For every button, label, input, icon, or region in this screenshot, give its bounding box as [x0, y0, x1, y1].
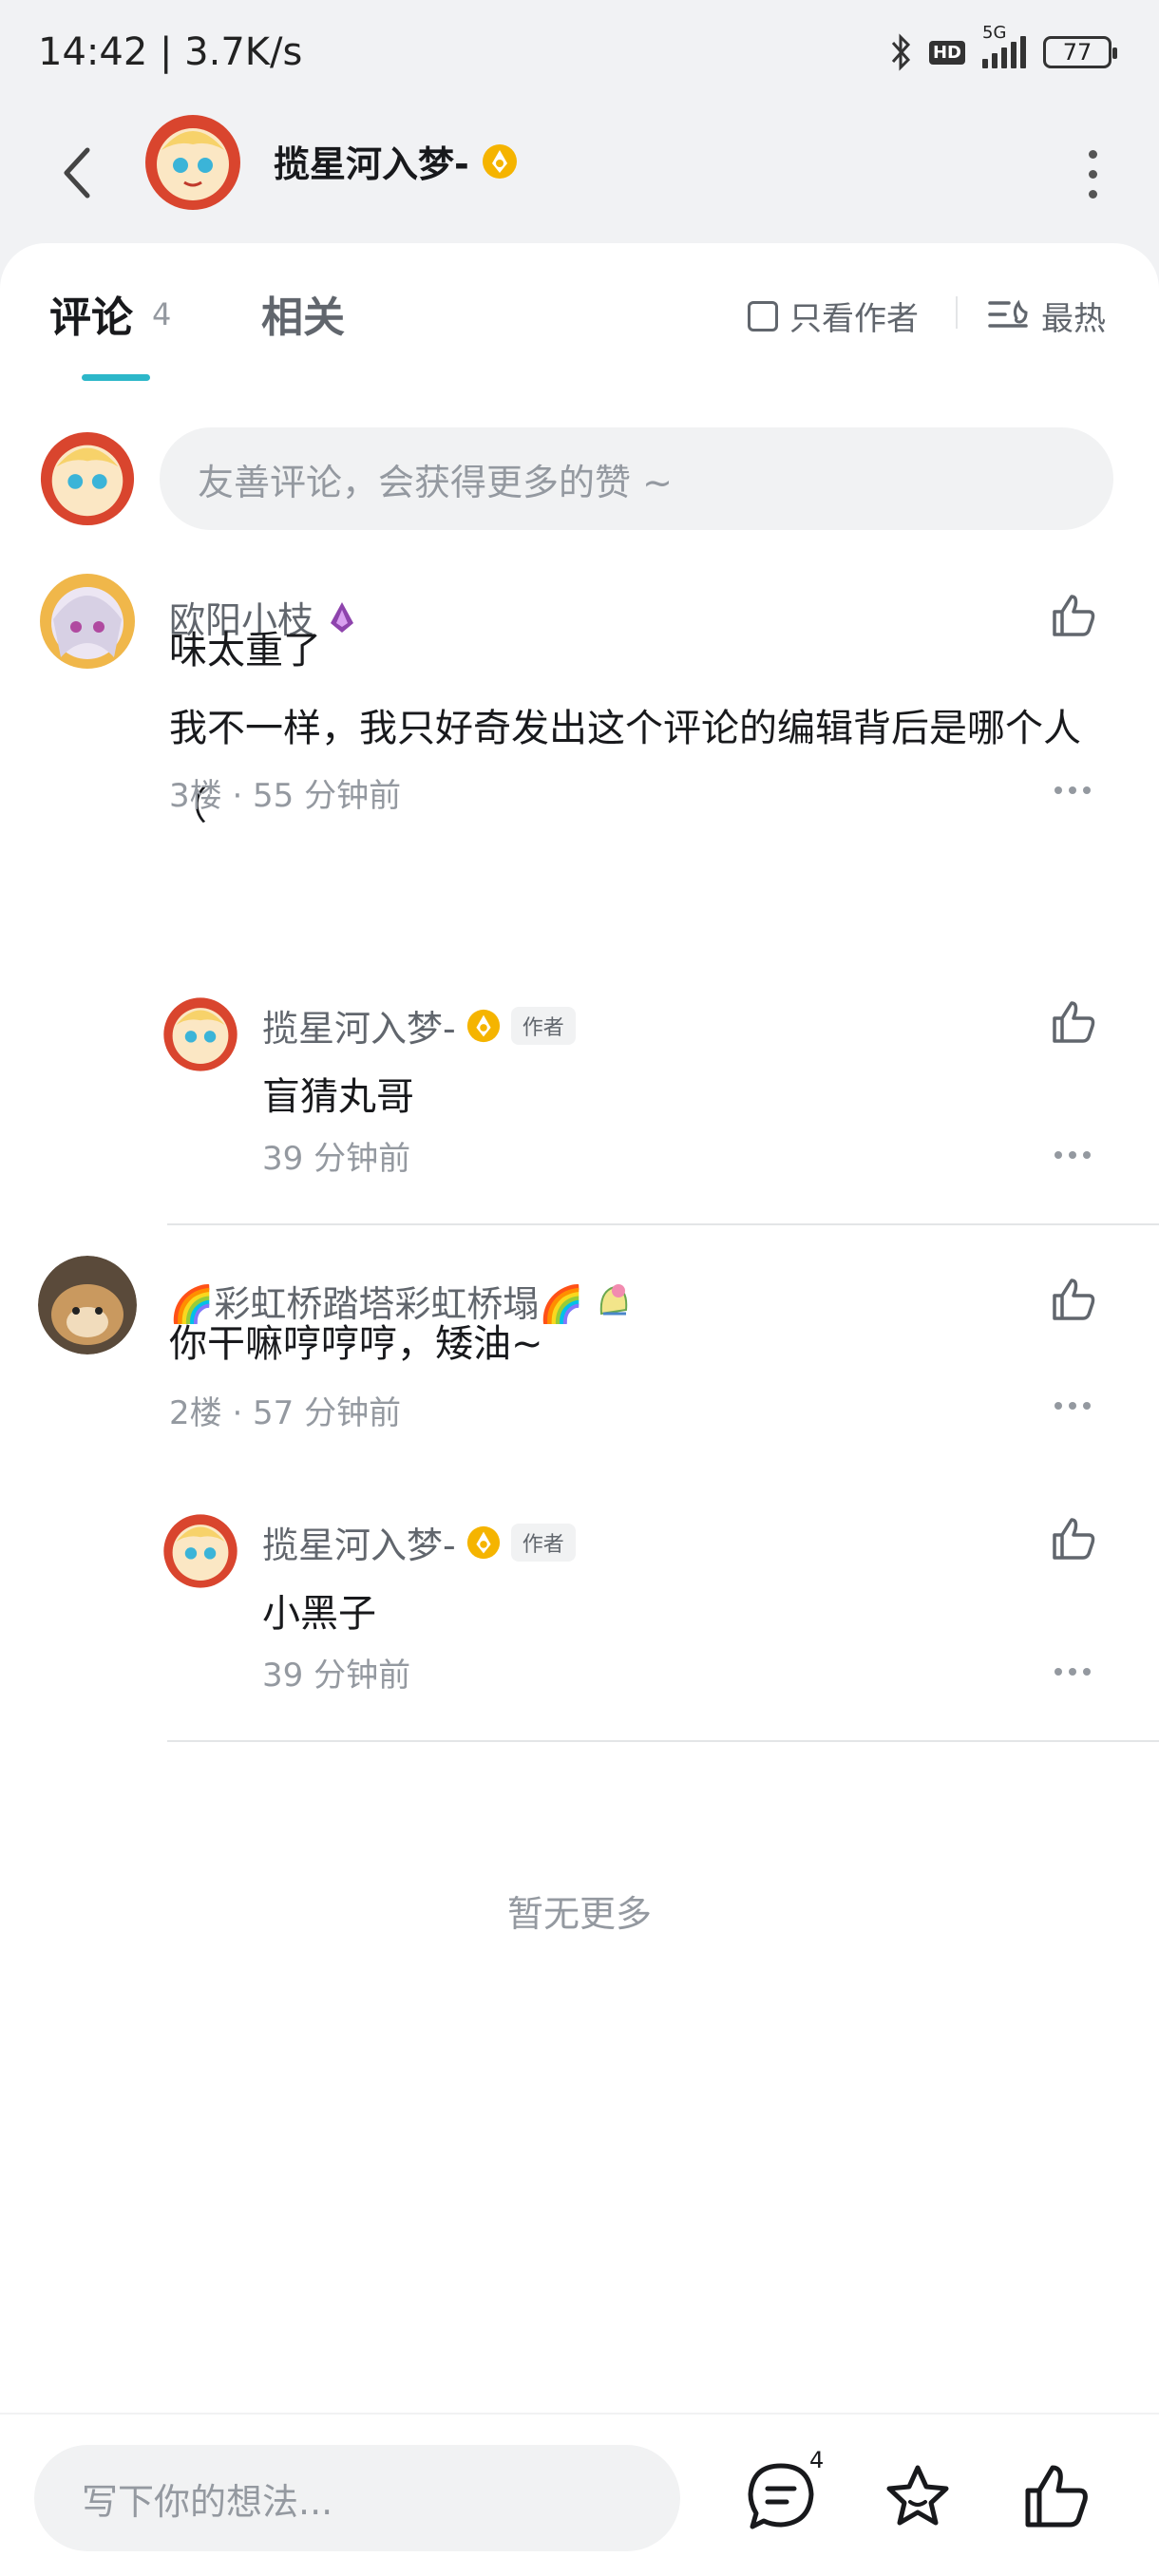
more-dots-icon[interactable]: [1054, 1151, 1091, 1159]
top-header: 揽星河入梦-: [0, 104, 1159, 247]
tab-comments[interactable]: 评论: [49, 283, 133, 344]
reply-text: 小黑子: [262, 1592, 376, 1636]
level-icon: [466, 1009, 500, 1042]
favorite-star-icon[interactable]: [882, 2460, 954, 2532]
reply-avatar[interactable]: [162, 1512, 239, 1590]
comment-divider: [167, 1223, 1159, 1225]
reply-user-name[interactable]: 揽星河入梦- 作者: [262, 999, 576, 1051]
more-dots-icon[interactable]: [1054, 786, 1091, 794]
like-icon[interactable]: [1049, 1514, 1098, 1563]
sort-icon: [988, 299, 1028, 328]
status-bar: 14:42 | 3.7K/s HD 5G 77: [0, 0, 1159, 104]
bluetooth-icon: [891, 33, 911, 71]
author-avatar[interactable]: [142, 112, 243, 213]
comment-input[interactable]: 友善评论，会获得更多的赞 ~: [160, 427, 1113, 530]
only-author-checkbox[interactable]: [748, 300, 778, 331]
author-badge: 作者: [510, 1006, 576, 1045]
tab-related[interactable]: 相关: [261, 283, 345, 344]
reply-avatar[interactable]: [162, 995, 239, 1073]
reply-meta: 39 分钟前: [262, 1657, 411, 1695]
sort-button[interactable]: 最热: [988, 293, 1106, 339]
comment-meta: 3楼 · 55 分钟前: [169, 777, 402, 815]
like-icon[interactable]: [1020, 2460, 1092, 2532]
back-icon: [64, 147, 90, 199]
my-avatar: [38, 429, 137, 528]
tab-bar: 评论 4 相关 只看作者 最热: [0, 243, 1159, 386]
reply-text: 盲猜丸哥: [262, 1075, 414, 1119]
bottom-comment-count: 4: [809, 2447, 825, 2473]
hd-badge: HD: [928, 40, 965, 65]
more-options-button[interactable]: [1074, 141, 1112, 207]
commenter-avatar[interactable]: [38, 1256, 137, 1354]
comment-meta: 2楼 · 57 分钟前: [169, 1394, 402, 1432]
back-button[interactable]: [48, 135, 104, 211]
bottom-comment-input[interactable]: 写下你的想法...: [34, 2445, 680, 2551]
level-icon: [482, 143, 517, 179]
level-icon: [466, 1525, 500, 1559]
comment-count: 4: [152, 296, 172, 332]
only-author-toggle[interactable]: 只看作者: [748, 293, 919, 339]
status-time: 14:42 | 3.7K/s: [38, 30, 303, 74]
like-icon[interactable]: [1049, 997, 1098, 1047]
comment-text: 你干嘛哼哼哼，矮油~: [169, 1322, 543, 1366]
signal-icon: 5G: [982, 23, 1026, 68]
comment-divider: [167, 1740, 1159, 1742]
reply-meta: 39 分钟前: [262, 1140, 411, 1178]
header-user-name[interactable]: 揽星河入梦-: [274, 135, 519, 187]
commenter-avatar[interactable]: [38, 572, 137, 671]
tab-active-indicator: [82, 374, 150, 381]
comment-bubble-icon[interactable]: [745, 2460, 817, 2532]
no-more-label: 暂无更多: [506, 1893, 652, 1935]
more-dots-icon[interactable]: [1054, 1668, 1091, 1676]
more-dots-icon[interactable]: [1054, 1402, 1091, 1410]
status-icons: HD 5G 77: [889, 23, 1117, 71]
reply-user-name[interactable]: 揽星河入梦- 作者: [262, 1516, 576, 1568]
tab-divider: [956, 296, 958, 329]
bottom-action-bar: 写下你的想法... 4: [0, 2413, 1159, 2576]
author-badge: 作者: [510, 1523, 576, 1562]
battery-icon: 77: [1043, 36, 1117, 68]
comment-sheet: 评论 4 相关 只看作者 最热 友善评论，会获得更多的赞 ~ 欧阳小枝 味太重了…: [0, 243, 1159, 2576]
